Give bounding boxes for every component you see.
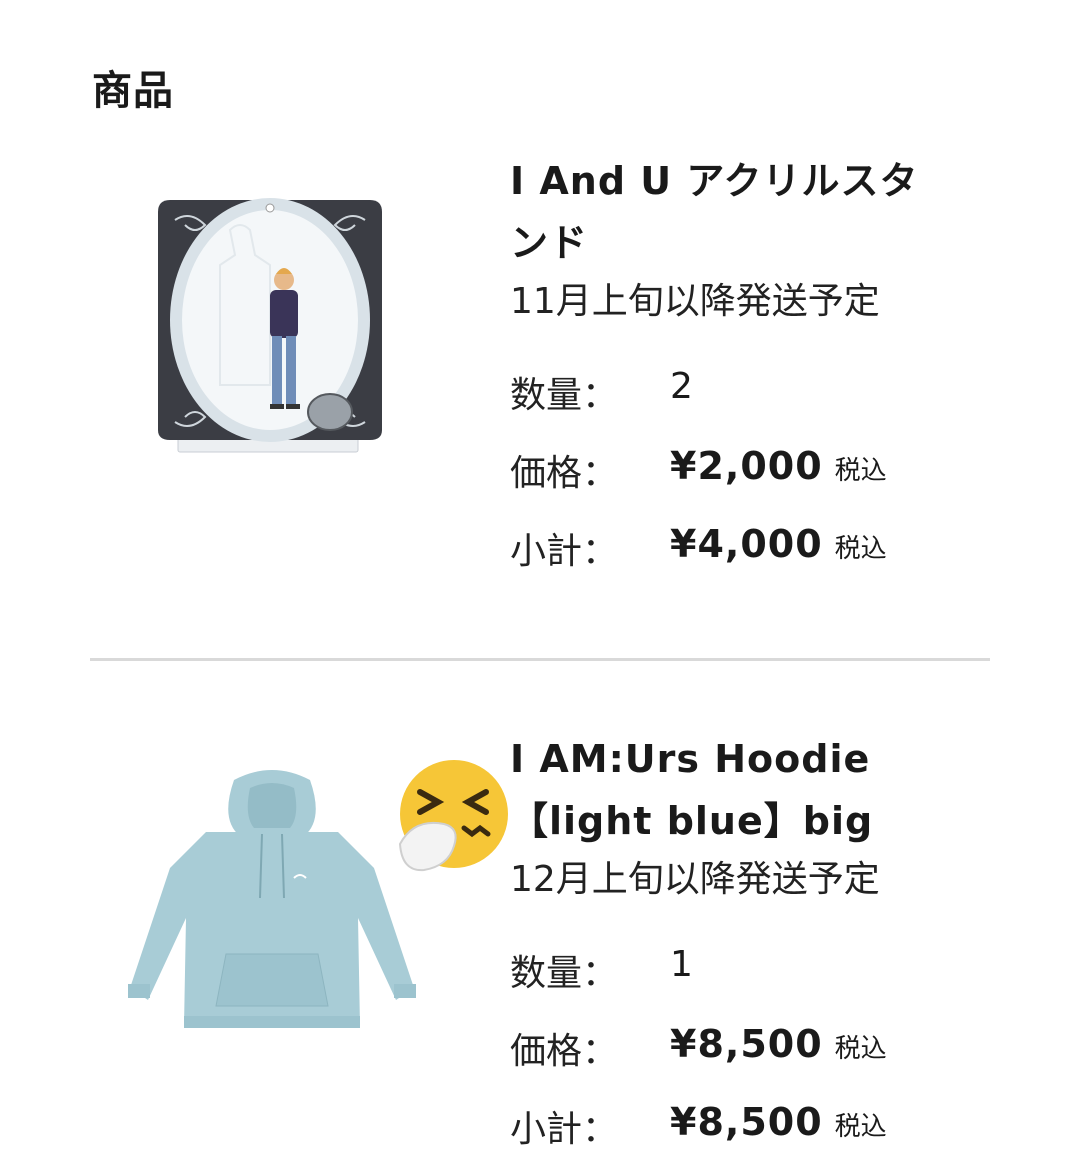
hoodie-image xyxy=(128,770,416,1028)
sneezing-face-emoji xyxy=(392,758,510,876)
price-label: 価格： xyxy=(510,453,619,494)
product-image-hoodie[interactable] xyxy=(122,768,422,1038)
quantity-row: 数量： 1 xyxy=(510,928,990,1006)
subtotal-row: 小計： ¥8,500 税込 xyxy=(510,1084,990,1162)
subtotal-row: 小計： ¥4,000 税込 xyxy=(510,506,990,584)
quantity-label: 数量： xyxy=(510,375,619,416)
product-info: I AM:Urs Hoodie 【light blue】big 12月上旬以降発… xyxy=(510,728,990,1162)
tax-label: 税込 xyxy=(834,1034,887,1064)
quantity-value: 1 xyxy=(670,944,693,985)
subtotal-amount: ¥4,000 xyxy=(670,522,823,566)
shipping-note: 12月上旬以降発送予定 xyxy=(510,859,880,900)
product-image-acrylic-stand[interactable] xyxy=(120,190,420,460)
tax-label: 税込 xyxy=(834,1112,887,1142)
price-value: ¥8,500 税込 xyxy=(670,1022,887,1066)
section-title: 商品 xyxy=(92,68,174,114)
acrylic-stand-image xyxy=(158,198,382,453)
item-divider xyxy=(90,658,990,661)
product-name-line2: 【light blue】big xyxy=(510,799,874,843)
product-name[interactable]: I AM:Urs Hoodie 【light blue】big xyxy=(510,728,990,852)
product-info: I And U アクリルスタ ンド 11月上旬以降発送予定 数量： 2 価格： … xyxy=(510,150,990,584)
subtotal-value: ¥8,500 税込 xyxy=(670,1100,887,1144)
price-value: ¥2,000 税込 xyxy=(670,444,887,488)
price-row: 価格： ¥2,000 税込 xyxy=(510,428,990,506)
price-amount: ¥8,500 xyxy=(670,1022,823,1066)
tax-label: 税込 xyxy=(834,534,887,564)
product-name[interactable]: I And U アクリルスタ ンド xyxy=(510,150,990,274)
product-name-line2: ンド xyxy=(510,221,589,265)
quantity-label: 数量： xyxy=(510,953,619,994)
subtotal-amount: ¥8,500 xyxy=(670,1100,823,1144)
price-row: 価格： ¥8,500 税込 xyxy=(510,1006,990,1084)
subtotal-label: 小計： xyxy=(510,1109,619,1150)
tax-label: 税込 xyxy=(834,456,887,486)
subtotal-label: 小計： xyxy=(510,531,619,572)
quantity-value: 2 xyxy=(670,366,693,407)
price-amount: ¥2,000 xyxy=(670,444,823,488)
shipping-note: 11月上旬以降発送予定 xyxy=(510,281,880,322)
quantity-row: 数量： 2 xyxy=(510,350,990,428)
product-name-line1: I AM:Urs Hoodie xyxy=(510,737,871,781)
product-name-line1: I And U アクリルスタ xyxy=(510,159,919,203)
subtotal-value: ¥4,000 税込 xyxy=(670,522,887,566)
price-label: 価格： xyxy=(510,1031,619,1072)
